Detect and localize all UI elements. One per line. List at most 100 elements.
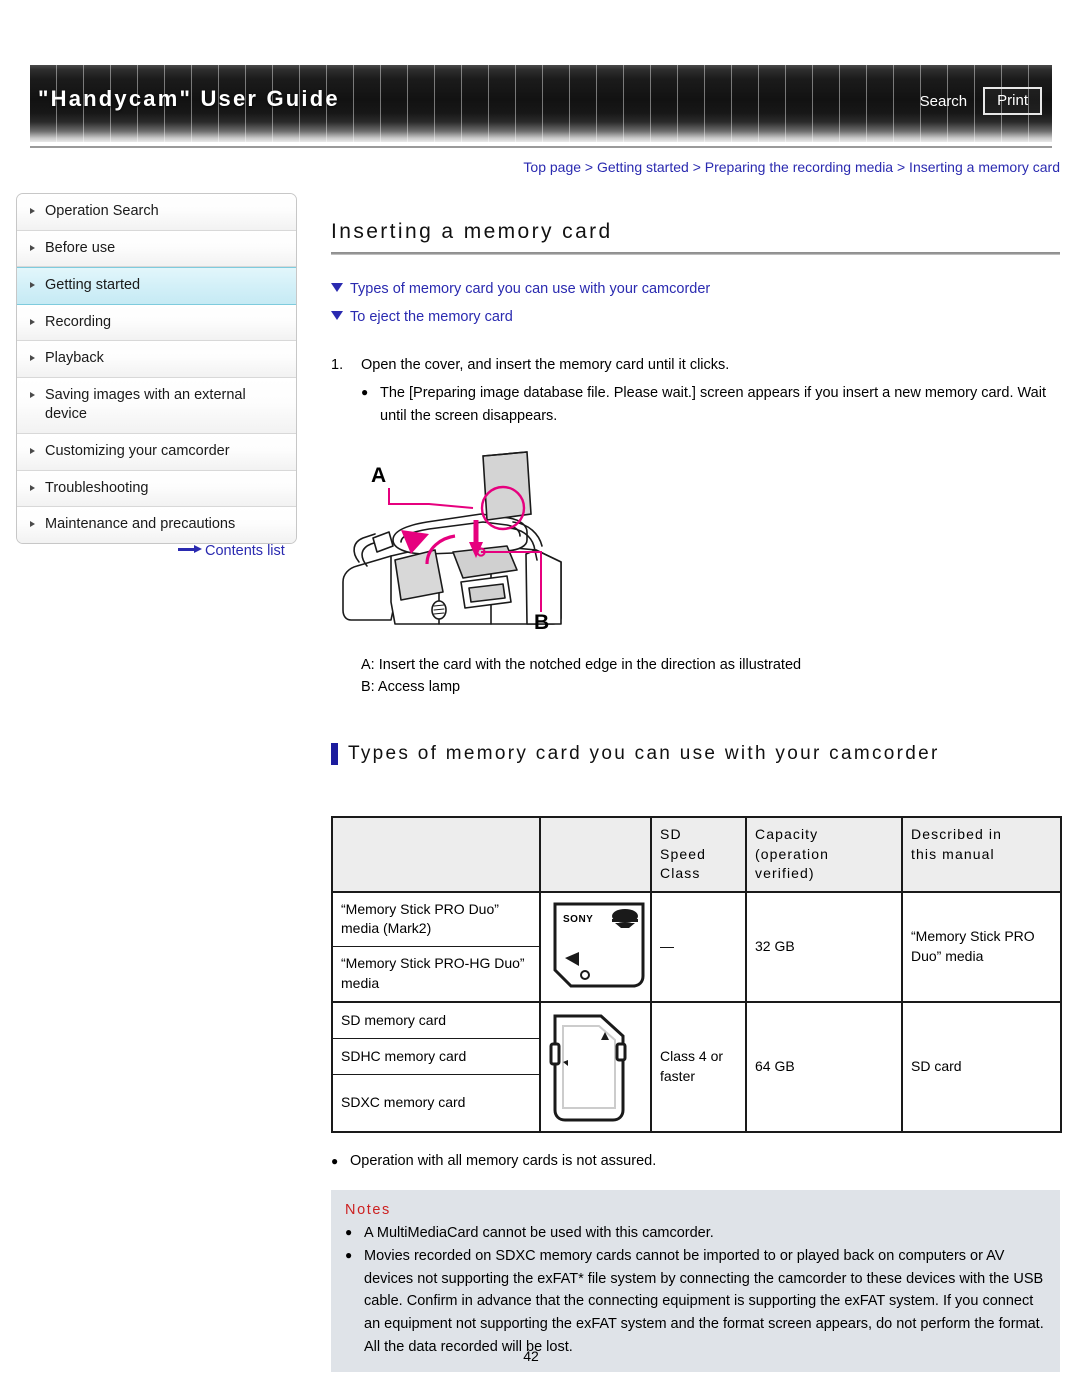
header-line: verified) <box>755 865 815 882</box>
table-row: SD memory card Class 4 or faster 64 GB S… <box>331 1000 1062 1133</box>
bullet-dot-icon: ● <box>331 1153 339 1168</box>
header-actions: Search Print <box>916 87 1042 115</box>
table-footnote: ● Operation with all memory cards is not… <box>331 1151 1060 1173</box>
sidebar-item-label: Getting started <box>45 277 141 294</box>
sidebar-item-saving-images[interactable]: Saving images with an external device <box>17 377 296 434</box>
header-line: Capacity <box>755 825 819 842</box>
table-header-row: SD Speed Class Capacity (operation verif… <box>331 815 1062 893</box>
arrow-right-icon <box>178 545 202 554</box>
cell-card-name: SD memory card <box>331 1000 541 1040</box>
header-line: Described in <box>911 825 1003 842</box>
figure-label-b: B <box>534 611 549 634</box>
table-header-sd-speed-class: SD Speed Class <box>650 815 747 893</box>
app-title: "Handycam" User Guide <box>38 86 340 111</box>
memory-stick-pro-duo-card-icon: SONY <box>553 902 645 988</box>
triangle-down-icon <box>331 311 343 321</box>
step-text: Open the cover, and insert the memory ca… <box>361 356 730 373</box>
jump-link-label: To eject the memory card <box>350 309 513 326</box>
figure-legend-a: A: Insert the card with the notched edge… <box>361 657 802 673</box>
sidebar-nav: Operation Search Before use Getting star… <box>16 193 297 544</box>
jump-link-to-eject-memory-card[interactable]: To eject the memory card <box>331 303 1060 331</box>
print-button[interactable]: Print <box>983 87 1042 115</box>
header-divider <box>30 146 1052 148</box>
main-content: Top page > Getting started > Preparing t… <box>331 158 1062 1373</box>
sidebar-item-label: Before use <box>45 239 116 256</box>
search-button[interactable]: Search <box>916 91 972 112</box>
jump-link-label: Types of memory card you can use with yo… <box>350 281 711 298</box>
header-line: this manual <box>911 845 995 862</box>
contents-list-label: Contents list <box>205 543 285 559</box>
cell-card-name: “Memory Stick PRO-HG Duo” media <box>331 946 541 1003</box>
notes-title: Notes <box>345 1202 391 1219</box>
cell-card-name: SDXC memory card <box>331 1074 541 1133</box>
figure-legend-b: B: Access lamp <box>361 679 461 696</box>
sidebar-item-getting-started[interactable]: Getting started <box>17 267 296 305</box>
sidebar-item-label: Customizing your camcorder <box>45 442 230 459</box>
breadcrumb[interactable]: Top page > Getting started > Preparing t… <box>331 158 1060 176</box>
bullet-dot-icon: ● <box>361 385 369 400</box>
title-divider <box>331 252 1060 256</box>
jump-link-types-of-memory-card[interactable]: Types of memory card you can use with yo… <box>331 275 1060 303</box>
section-marker-bar <box>331 742 338 765</box>
sidebar-item-playback[interactable]: Playback <box>17 341 296 378</box>
sidebar-item-customizing[interactable]: Customizing your camcorder <box>17 433 296 471</box>
jump-link-list: Types of memory card you can use with yo… <box>331 275 1060 332</box>
step-number: 1. <box>331 356 344 373</box>
bullet-item: ● The [Preparing image database file. Pl… <box>361 382 1060 428</box>
cell-described-in-manual: “Memory Stick PRO Duo” media <box>901 890 1062 1003</box>
sidebar-item-maintenance[interactable]: Maintenance and precautions <box>17 507 296 543</box>
section-heading: Types of memory card you can use with yo… <box>331 742 1060 765</box>
note-text: A MultiMediaCard cannot be used with thi… <box>364 1225 714 1242</box>
table-header-capacity: Capacity (operation verified) <box>745 815 903 893</box>
cell-sd-speed-class: Class 4 or faster <box>650 1000 747 1133</box>
sidebar-item-label: Recording <box>45 313 112 330</box>
table-header-image <box>539 815 652 893</box>
page-number: 42 <box>523 1348 539 1364</box>
table-header-name <box>331 815 541 893</box>
sidebar-item-label: Operation Search <box>45 203 159 219</box>
figure-label-a: A <box>371 464 386 487</box>
table-footnote-text: Operation with all memory cards is not a… <box>350 1152 657 1169</box>
note-item: ● A MultiMediaCard cannot be used with t… <box>345 1222 1046 1245</box>
sd-card-icon <box>549 1014 627 1122</box>
sidebar-item-label: Troubleshooting <box>45 479 149 496</box>
contents-list-link[interactable]: Contents list <box>178 543 285 559</box>
bullet-dot-icon: ● <box>345 1248 353 1263</box>
cell-card-image-memory-stick: SONY <box>539 890 652 1003</box>
sidebar-item-label: Saving images with an external device <box>45 386 246 423</box>
cell-card-name: “Memory Stick PRO Duo” media (Mark2) <box>331 890 541 948</box>
cell-described-in-manual: SD card <box>901 1000 1062 1133</box>
note-text: Movies recorded on SDXC memory cards can… <box>364 1248 1044 1355</box>
memory-card-types-table: SD Speed Class Capacity (operation verif… <box>331 815 1062 1133</box>
sidebar-item-recording[interactable]: Recording <box>17 304 296 342</box>
notes-box: Notes ● A MultiMediaCard cannot be used … <box>331 1190 1060 1373</box>
bullet-text: The [Preparing image database file. Plea… <box>380 385 1046 425</box>
triangle-down-icon <box>331 283 343 293</box>
sidebar-item-operation-search[interactable]: Operation Search <box>17 194 296 231</box>
note-item: ● Movies recorded on SDXC memory cards c… <box>345 1245 1046 1358</box>
cell-card-image-sd <box>539 1000 652 1133</box>
sidebar-item-label: Playback <box>45 350 104 367</box>
header-banner: "Handycam" User Guide Search Print <box>30 65 1052 142</box>
figure-legend: A: Insert the card with the notched edge… <box>361 654 1060 699</box>
sidebar-item-before-use[interactable]: Before use <box>17 230 296 268</box>
app-header: "Handycam" User Guide Search Print <box>30 65 1052 142</box>
header-line: SD <box>660 825 682 842</box>
header-line: Class <box>660 865 701 882</box>
cell-card-name: SDHC memory card <box>331 1038 541 1076</box>
bullet-dot-icon: ● <box>345 1225 353 1240</box>
section-title: Types of memory card you can use with yo… <box>348 742 940 764</box>
camcorder-figure-svg: A B <box>342 451 562 634</box>
instruction-steps: 1. Open the cover, and insert the memory… <box>331 354 1060 428</box>
sidebar-item-troubleshooting[interactable]: Troubleshooting <box>17 470 296 508</box>
cell-capacity: 32 GB <box>745 890 903 1003</box>
cell-capacity: 64 GB <box>745 1000 903 1133</box>
step-sub-bullets: ● The [Preparing image database file. Pl… <box>361 382 1060 428</box>
cell-sd-speed-class: — <box>650 890 747 1003</box>
header-line: (operation <box>755 845 830 862</box>
camcorder-memory-card-illustration: A B <box>331 442 1060 642</box>
step-item: 1. Open the cover, and insert the memory… <box>331 354 1060 376</box>
table-row: “Memory Stick PRO Duo” media (Mark2) SON… <box>331 890 1062 1003</box>
header-line: Speed <box>660 845 706 862</box>
sidebar-item-label: Maintenance and precautions <box>45 516 236 533</box>
